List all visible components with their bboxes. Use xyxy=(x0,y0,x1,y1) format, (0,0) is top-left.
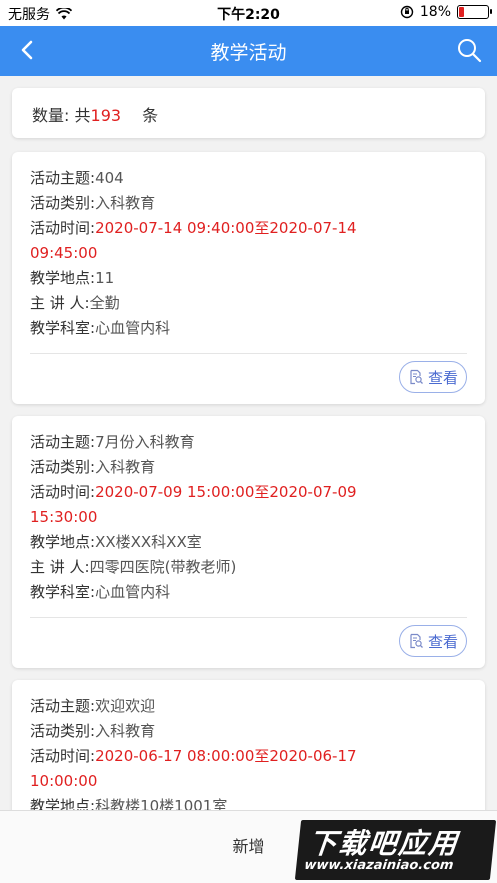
view-button[interactable]: 查看 xyxy=(399,361,467,393)
time-value-cont: 15:30:00 xyxy=(30,508,98,526)
activity-time-row: 活动时间:2020-07-09 15:00:00至2020-07-09 xyxy=(30,480,467,505)
card-divider xyxy=(30,617,467,618)
view-button[interactable]: 查看 xyxy=(399,625,467,657)
count-suffix: 条 xyxy=(142,106,159,125)
time-label: 活动时间: xyxy=(30,747,96,765)
activity-time-row-cont: 09:45:00 xyxy=(30,241,467,266)
orientation-lock-icon xyxy=(400,5,414,19)
activity-time-row: 活动时间:2020-07-14 09:40:00至2020-07-14 xyxy=(30,216,467,241)
activity-topic-row: 活动主题:7月份入科教育 xyxy=(30,430,467,455)
activity-card: 活动主题:7月份入科教育 活动类别:入科教育 活动时间:2020-07-09 1… xyxy=(12,416,485,668)
activity-list-scroll[interactable]: 数量: 共193 条 活动主题:404 活动类别:入科教育 活动时间:2020-… xyxy=(0,76,497,810)
count-label: 数量: xyxy=(32,106,70,125)
topic-label: 活动主题: xyxy=(30,169,96,187)
category-label: 活动类别: xyxy=(30,722,96,740)
activity-category-row: 活动类别:入科教育 xyxy=(30,455,467,480)
count-value: 193 xyxy=(90,106,122,125)
document-search-icon xyxy=(410,369,423,385)
time-value: 2020-07-09 15:00:00至2020-07-09 xyxy=(95,483,357,501)
speaker-value: 全勤 xyxy=(89,294,120,312)
department-label: 教学科室: xyxy=(30,583,96,601)
topic-label: 活动主题: xyxy=(30,433,96,451)
topic-label: 活动主题: xyxy=(30,697,96,715)
speaker-label: 主 讲 人: xyxy=(30,294,90,312)
activity-category-row: 活动类别:入科教育 xyxy=(30,719,467,744)
location-label: 教学地点: xyxy=(30,533,96,551)
topic-value: 404 xyxy=(95,169,124,187)
time-value-cont: 10:00:00 xyxy=(30,772,98,790)
count-summary: 数量: 共193 条 xyxy=(12,88,485,138)
department-value: 心血管内科 xyxy=(95,319,171,337)
activity-department-row: 教学科室:心血管内科 xyxy=(30,316,467,341)
activity-category-row: 活动类别:入科教育 xyxy=(30,191,467,216)
watermark-title: 下载吧应用 xyxy=(306,827,461,860)
category-value: 入科教育 xyxy=(95,458,156,476)
department-value: 心血管内科 xyxy=(95,583,171,601)
card-divider xyxy=(30,353,467,354)
count-prefix: 共 xyxy=(74,106,91,125)
speaker-value: 四零四医院(带教老师) xyxy=(89,558,237,576)
document-search-icon xyxy=(410,633,423,649)
time-value: 2020-07-14 09:40:00至2020-07-14 xyxy=(95,219,357,237)
location-label: 教学地点: xyxy=(30,269,96,287)
category-label: 活动类别: xyxy=(30,194,96,212)
watermark-url: www.xiazainiao.com xyxy=(303,858,455,873)
status-right: 18% xyxy=(400,4,492,20)
location-value: XX楼XX科XX室 xyxy=(95,533,202,551)
activity-speaker-row: 主 讲 人:全勤 xyxy=(30,291,467,316)
search-icon[interactable] xyxy=(455,36,483,64)
page-title: 教学活动 xyxy=(210,42,287,64)
activity-location-row: 教学地点:科教楼10楼1001室 xyxy=(30,794,467,810)
battery-level xyxy=(459,7,464,17)
location-value: 11 xyxy=(95,269,115,287)
activity-time-row: 活动时间:2020-06-17 08:00:00至2020-06-17 xyxy=(30,744,467,769)
topic-value: 7月份入科教育 xyxy=(95,433,195,451)
watermark-logo: 下载吧应用 www.xiazainiao.com xyxy=(294,820,497,880)
activity-location-row: 教学地点:11 xyxy=(30,266,467,291)
time-value: 2020-06-17 08:00:00至2020-06-17 xyxy=(95,747,357,765)
activity-topic-row: 活动主题:欢迎欢迎 xyxy=(30,694,467,719)
activity-card: 活动主题:欢迎欢迎 活动类别:入科教育 活动时间:2020-06-17 08:0… xyxy=(12,680,485,810)
activity-speaker-row: 主 讲 人:四零四医院(带教老师) xyxy=(30,555,467,580)
activity-location-row: 教学地点:XX楼XX科XX室 xyxy=(30,530,467,555)
view-button-label: 查看 xyxy=(427,632,458,651)
activity-department-row: 教学科室:心血管内科 xyxy=(30,580,467,605)
topic-value: 欢迎欢迎 xyxy=(95,697,156,715)
category-value: 入科教育 xyxy=(95,722,156,740)
battery-icon xyxy=(457,5,492,19)
time-label: 活动时间: xyxy=(30,219,96,237)
category-label: 活动类别: xyxy=(30,458,96,476)
category-value: 入科教育 xyxy=(95,194,156,212)
view-button-label: 查看 xyxy=(427,368,458,387)
time-value-cont: 09:45:00 xyxy=(30,244,98,262)
activity-card: 活动主题:404 活动类别:入科教育 活动时间:2020-07-14 09:40… xyxy=(12,152,485,404)
activity-time-row-cont: 10:00:00 xyxy=(30,769,467,794)
battery-percent: 18% xyxy=(419,4,451,20)
location-value: 科教楼10楼1001室 xyxy=(95,797,228,810)
speaker-label: 主 讲 人: xyxy=(30,558,90,576)
time-label: 活动时间: xyxy=(30,483,96,501)
nav-bar: 教学活动 xyxy=(0,26,497,76)
location-label: 教学地点: xyxy=(30,797,96,810)
department-label: 教学科室: xyxy=(30,319,96,337)
activity-time-row-cont: 15:30:00 xyxy=(30,505,467,530)
activity-topic-row: 活动主题:404 xyxy=(30,166,467,191)
status-bar: 无服务 下午2:20 18% xyxy=(0,0,497,26)
